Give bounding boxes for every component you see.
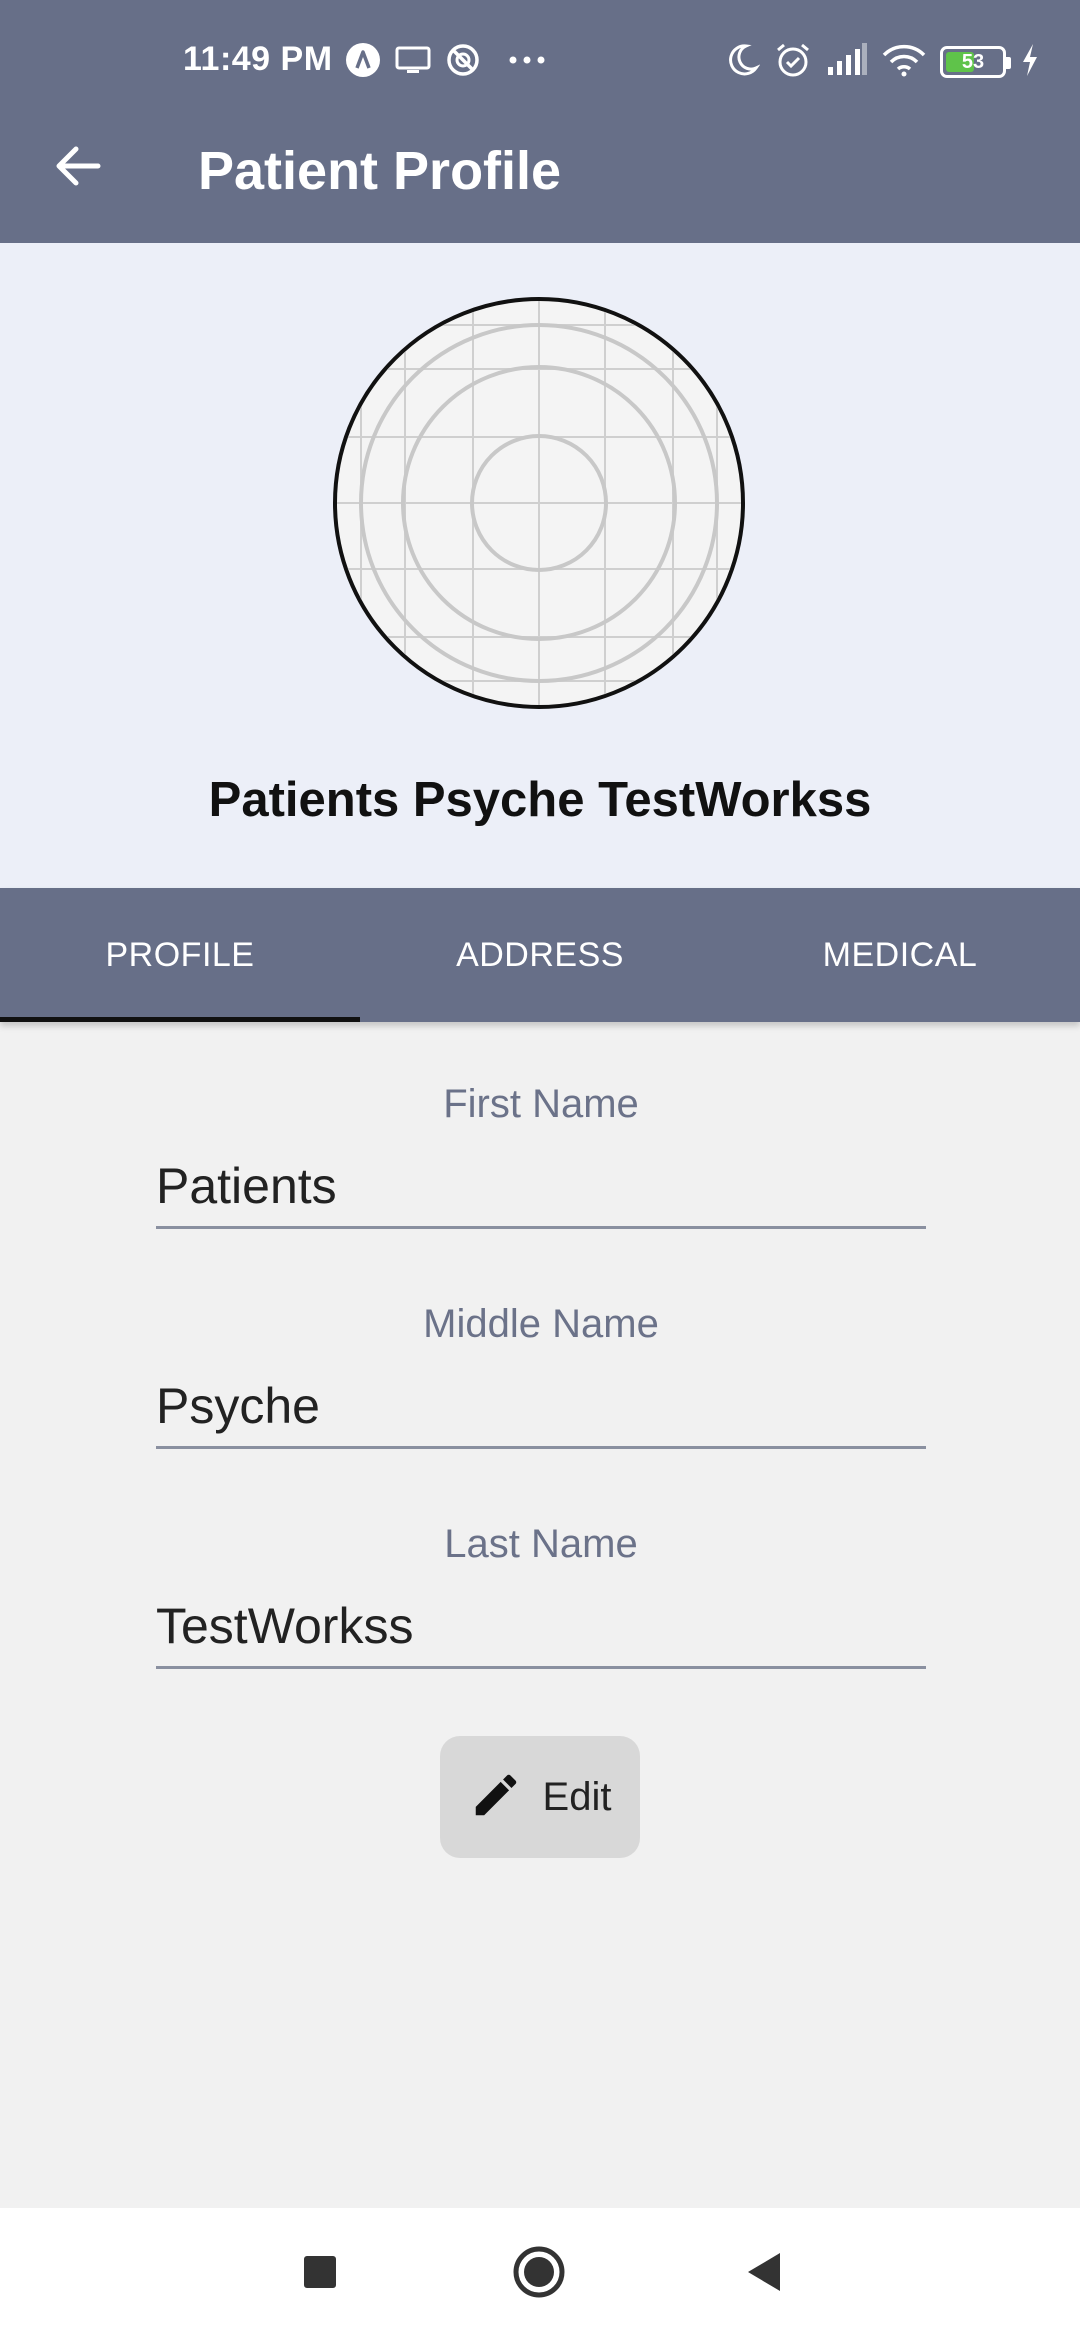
tab-label: MEDICAL xyxy=(822,935,978,974)
status-left-icons xyxy=(345,40,547,84)
battery-icon: 53 xyxy=(940,46,1011,78)
battery-tip xyxy=(1006,57,1011,69)
middle-name-label: Middle Name xyxy=(423,1302,659,1346)
status-right-icons: 53 xyxy=(726,38,1040,86)
last-name-field: Last Name TestWorkss xyxy=(156,1522,926,1669)
middle-name-field: Middle Name Psyche xyxy=(156,1302,926,1449)
tab-address[interactable]: ADDRESS xyxy=(360,888,720,1022)
status-time: 11:49 PM xyxy=(183,40,333,78)
middle-name-input[interactable]: Psyche xyxy=(156,1369,926,1449)
wifi-icon xyxy=(882,43,926,82)
page-title: Patient Profile xyxy=(198,141,562,201)
back-button[interactable] xyxy=(40,130,116,206)
system-nav-bar xyxy=(0,2208,1080,2340)
recents-square-icon xyxy=(302,2254,338,2295)
screen-cast-icon xyxy=(393,42,433,83)
back-nav-button[interactable] xyxy=(722,2232,806,2316)
do-not-disturb-icon xyxy=(445,42,481,83)
last-name-label: Last Name xyxy=(444,1522,638,1566)
home-circle-icon xyxy=(512,2245,566,2304)
charging-icon xyxy=(1020,43,1040,82)
first-name-input[interactable]: Patients xyxy=(156,1149,926,1229)
alarm-icon xyxy=(774,41,812,84)
tab-label: PROFILE xyxy=(105,935,255,974)
first-name-field: First Name Patients xyxy=(156,1082,926,1229)
status-bar: 11:49 PM 53 xyxy=(0,0,1080,125)
home-button[interactable] xyxy=(497,2232,581,2316)
tab-medical[interactable]: MEDICAL xyxy=(720,888,1080,1022)
app-notification-icon xyxy=(345,42,381,83)
first-name-label: First Name xyxy=(443,1082,639,1126)
pencil-icon xyxy=(469,1768,523,1827)
edit-button[interactable]: Edit xyxy=(440,1736,640,1858)
back-triangle-icon xyxy=(744,2251,784,2298)
arrow-left-icon xyxy=(52,140,104,197)
app-bar: 11:49 PM 53 Patient Profile xyxy=(0,0,1080,243)
battery-level: 53 xyxy=(961,50,985,73)
tab-profile[interactable]: PROFILE xyxy=(0,888,360,1022)
recents-button[interactable] xyxy=(278,2232,362,2316)
moon-icon xyxy=(726,42,761,83)
patient-full-name: Patients Psyche TestWorkss xyxy=(208,773,872,827)
profile-tabs: PROFILE ADDRESS MEDICAL xyxy=(0,888,1080,1022)
last-name-input[interactable]: TestWorkss xyxy=(156,1589,926,1669)
avatar[interactable] xyxy=(333,297,745,709)
tab-label: ADDRESS xyxy=(456,935,624,974)
more-dots-icon xyxy=(507,42,547,83)
edit-label: Edit xyxy=(542,1774,612,1819)
signal-icon xyxy=(826,42,868,82)
